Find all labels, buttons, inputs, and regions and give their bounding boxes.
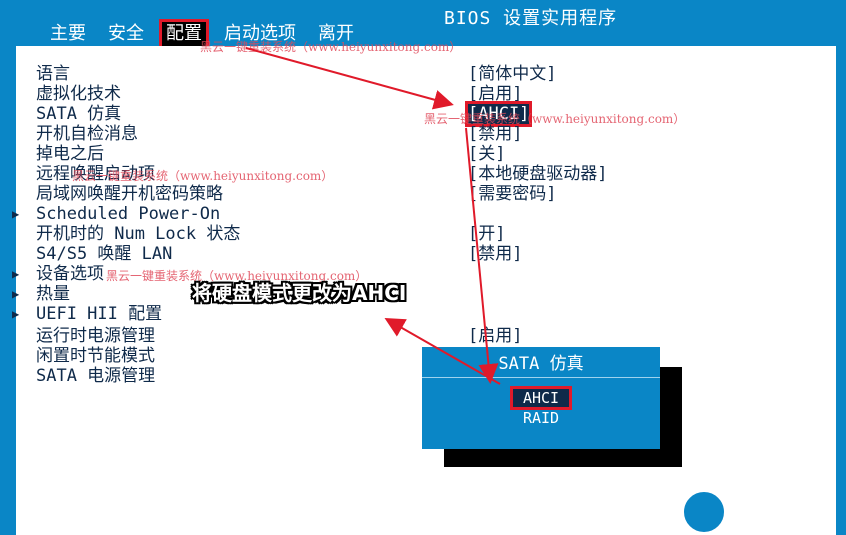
- cloud-logo-icon: [682, 490, 726, 534]
- setting-label: 运行时电源管理: [36, 326, 155, 346]
- setting-label: 热量: [36, 284, 70, 304]
- setting-idle-power-saving[interactable]: 闲置时节能模式: [16, 346, 816, 366]
- setting-after-power-loss[interactable]: 掉电之后 [关]: [16, 144, 816, 164]
- setting-label: 闲置时节能模式: [36, 346, 155, 366]
- setting-language[interactable]: 语言 [简体中文]: [16, 64, 816, 84]
- watermark-text: 黑云一键重装系统（www.heiyunxitong.com）: [424, 112, 686, 126]
- setting-label: SATA 电源管理: [36, 366, 156, 386]
- setting-scheduled-power-on[interactable]: ▶ Scheduled Power-On: [12, 204, 816, 224]
- submenu-arrow-icon: ▶: [12, 267, 20, 281]
- option-label: AHCI: [509, 386, 573, 410]
- logo-url: heiyunxitong.com: [728, 516, 827, 529]
- popup-divider: [422, 377, 660, 378]
- setting-thermal[interactable]: ▶ 热量: [12, 284, 816, 304]
- setting-value[interactable]: [关]: [468, 144, 505, 164]
- setting-post-messages[interactable]: 开机自检消息 [禁用]: [16, 124, 816, 144]
- instruction-annotation: 将硬盘模式更改为AHCI: [192, 281, 407, 305]
- brand-logo: 黑云系统 heiyunxitong.com: [682, 488, 842, 534]
- setting-label: SATA 仿真: [36, 104, 122, 124]
- setting-value[interactable]: [本地硬盘驱动器]: [468, 164, 607, 184]
- setting-value[interactable]: [开]: [468, 224, 505, 244]
- sata-emulation-popup: SATA 仿真 AHCI RAID: [422, 347, 660, 449]
- setting-label: 开机时的 Num Lock 状态: [36, 224, 241, 244]
- watermark-text: 黑云一键重装系统（www.heiyunxitong.com）: [200, 40, 462, 54]
- setting-value[interactable]: [禁用]: [468, 244, 522, 264]
- setting-s4s5-wake-lan[interactable]: S4/S5 唤醒 LAN [禁用]: [16, 244, 816, 264]
- option-raid[interactable]: RAID: [422, 409, 660, 427]
- setting-label: UEFI HII 配置: [36, 304, 163, 324]
- setting-runtime-power[interactable]: 运行时电源管理 [启用]: [16, 326, 816, 346]
- submenu-arrow-icon: ▶: [12, 287, 20, 301]
- setting-value[interactable]: [简体中文]: [468, 64, 556, 84]
- watermark-text: 黑云一键重装系统（www.heiyunxitong.com）: [72, 169, 334, 183]
- option-ahci[interactable]: AHCI: [422, 386, 660, 410]
- bios-title: BIOS 设置实用程序: [444, 8, 618, 29]
- setting-label: Scheduled Power-On: [36, 204, 221, 224]
- setting-sata-emulation[interactable]: SATA 仿真 [AHCI]: [16, 101, 816, 127]
- setting-label: 语言: [36, 64, 70, 84]
- setting-label: 虚拟化技术: [36, 84, 121, 104]
- setting-label: 设备选项: [36, 264, 104, 284]
- logo-name: 黑云系统: [728, 492, 812, 516]
- setting-label: 开机自检消息: [36, 124, 138, 144]
- setting-numlock[interactable]: 开机时的 Num Lock 状态 [开]: [16, 224, 816, 244]
- setting-label: 掉电之后: [36, 144, 104, 164]
- setting-sata-power[interactable]: SATA 电源管理: [16, 366, 816, 386]
- tab-main[interactable]: 主要: [46, 22, 90, 46]
- setting-value[interactable]: [需要密码]: [468, 184, 556, 204]
- setting-value[interactable]: [启用]: [468, 84, 522, 104]
- setting-value[interactable]: [启用]: [468, 326, 522, 346]
- setting-virtualization[interactable]: 虚拟化技术 [启用]: [16, 84, 816, 104]
- setting-wol-password[interactable]: 局域网唤醒开机密码策略 [需要密码]: [16, 184, 816, 204]
- setting-uefi-hii[interactable]: ▶ UEFI HII 配置: [12, 304, 816, 324]
- setting-label: 局域网唤醒开机密码策略: [36, 184, 223, 204]
- submenu-arrow-icon: ▶: [12, 207, 20, 221]
- popup-title: SATA 仿真: [498, 354, 584, 374]
- submenu-arrow-icon: ▶: [12, 307, 20, 321]
- setting-label: S4/S5 唤醒 LAN: [36, 244, 173, 264]
- tab-security[interactable]: 安全: [104, 22, 148, 46]
- setting-value[interactable]: [禁用]: [468, 124, 522, 144]
- option-label: RAID: [522, 409, 560, 427]
